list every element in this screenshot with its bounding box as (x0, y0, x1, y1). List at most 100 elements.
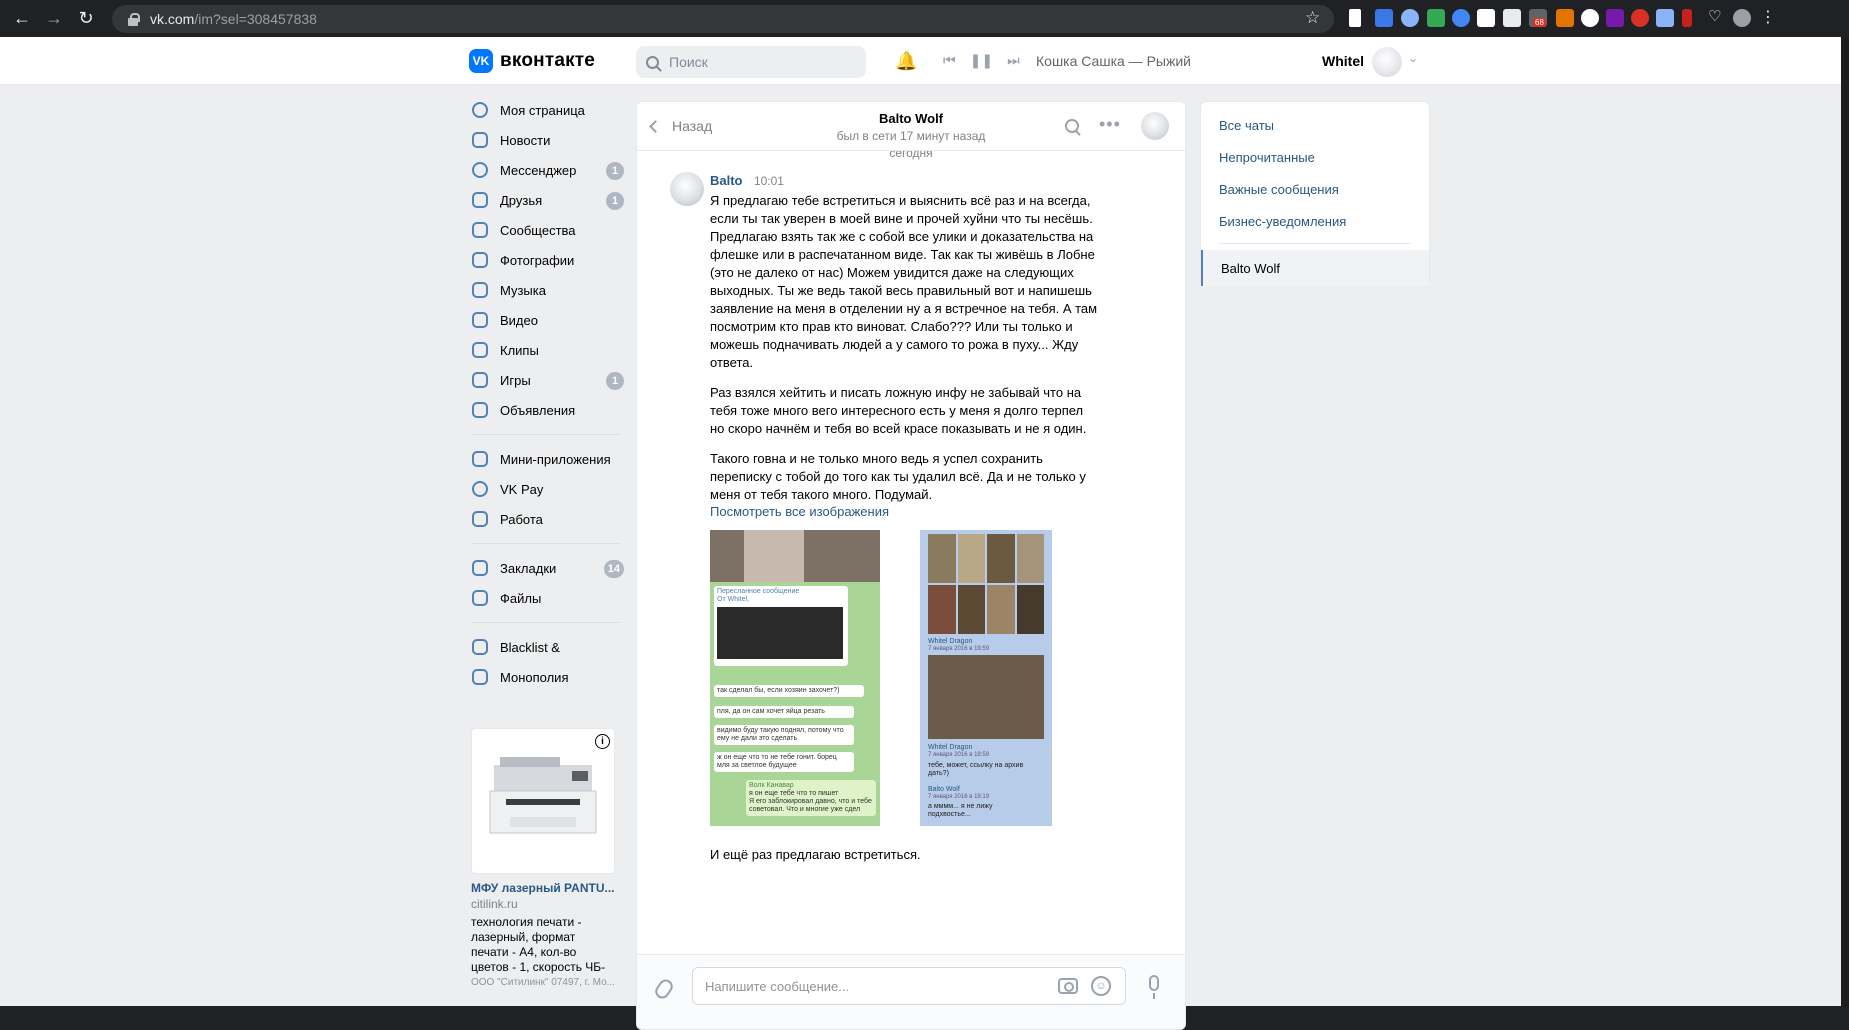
sidebar-item[interactable]: Музыка (466, 275, 626, 305)
camera-icon[interactable] (1058, 978, 1078, 994)
sidebar-item[interactable]: Мессенджер 1 (466, 155, 626, 185)
notifications-bell-icon[interactable]: 🔔 (895, 51, 917, 71)
extension-icon[interactable] (1349, 9, 1361, 27)
sidebar-item[interactable]: Работа (466, 504, 626, 534)
sidebar-item[interactable]: Новости (466, 125, 626, 155)
sidebar-item[interactable]: Объявления (466, 395, 626, 425)
message-author[interactable]: Balto (710, 173, 743, 188)
browser-menu-icon[interactable]: ⋮ (1760, 7, 1778, 26)
message-time[interactable]: 10:01 (754, 174, 784, 188)
reload-icon[interactable]: ↻ (74, 7, 98, 31)
sidebar-item[interactable]: Клипы (466, 335, 626, 365)
filter-business[interactable]: Бизнес-уведомления (1201, 205, 1429, 237)
printer-image (489, 757, 597, 834)
ad-title[interactable]: МФУ лазерный PANTU... (471, 881, 616, 895)
sidebar-item[interactable]: Сообщества (466, 215, 626, 245)
puzzle-icon[interactable]: ♡ (1708, 7, 1726, 25)
work-icon (472, 511, 488, 527)
games-icon (472, 372, 488, 388)
attachment-screenshot[interactable]: Пересланное сообщение От Whitel, так сде… (710, 530, 880, 826)
video-thumbnail (717, 607, 843, 659)
sidebar-item-label: Клипы (500, 342, 539, 358)
address-bar[interactable]: vk.com/im?sel=308457838 (112, 5, 1334, 33)
chevron-down-icon[interactable]: ⌄ (1408, 51, 1418, 65)
extension-icon[interactable] (1682, 9, 1692, 27)
extension-icon[interactable] (1401, 9, 1419, 27)
screenshot-name: Balto Wolf (928, 786, 960, 793)
user-avatar[interactable] (1372, 47, 1402, 77)
back-arrow-icon[interactable]: ← (10, 7, 34, 31)
sidebar-item[interactable]: Закладки 14 (466, 553, 626, 583)
now-playing-track[interactable]: Кошка Сашка — Рыжий (1036, 53, 1191, 69)
sidebar-divider (472, 543, 620, 544)
sidebar-item[interactable]: Друзья 1 (466, 185, 626, 215)
vk-logo[interactable]: VK вконтакте (469, 49, 595, 73)
screenshot-name: Whitel Dragon (928, 638, 973, 645)
filter-unread[interactable]: Непрочитанные (1201, 141, 1429, 173)
message-icon (472, 162, 488, 178)
sidebar-item-label: Друзья (500, 192, 543, 208)
more-icon[interactable]: ••• (1099, 114, 1121, 135)
extension-icon[interactable] (1556, 9, 1574, 27)
screenshot-text: тебе, может, ссылку на архив дать?) (928, 762, 1024, 777)
vk-page: VK вконтакте 🔔 ⏮ ❚❚ ⏭ Кошка Сашка — Рыжи… (0, 37, 1849, 1030)
extension-icon[interactable] (1656, 9, 1674, 27)
sidebar-item[interactable]: Blacklist & (466, 632, 626, 662)
search-input[interactable] (669, 54, 849, 70)
extension-icon[interactable] (1503, 9, 1521, 27)
extension-icon[interactable] (1477, 9, 1495, 27)
ad-image[interactable]: i (471, 728, 615, 874)
sidebar-item[interactable]: Игры 1 (466, 365, 626, 395)
paperclip-icon[interactable] (652, 976, 676, 1002)
compose-area: ☺ (637, 954, 1185, 1029)
next-track-icon[interactable]: ⏭ (1007, 52, 1020, 69)
sidebar-item[interactable]: Мини-приложения (466, 444, 626, 474)
message-avatar[interactable] (670, 172, 704, 206)
sidebar-item[interactable]: Фотографии (466, 245, 626, 275)
sidebar-item-label: Музыка (500, 282, 546, 298)
sidebar-item[interactable]: Видео (466, 305, 626, 335)
lock-icon (126, 12, 140, 26)
search-icon[interactable] (1065, 119, 1079, 133)
profile-icon[interactable] (1733, 9, 1751, 27)
extension-icon[interactable] (1427, 9, 1445, 27)
extension-icon[interactable] (1452, 9, 1470, 27)
forward-arrow-icon[interactable]: → (42, 7, 66, 31)
emoji-icon[interactable]: ☺ (1091, 976, 1111, 996)
search-box[interactable] (636, 46, 866, 78)
filter-important[interactable]: Важные сообщения (1201, 173, 1429, 205)
photo-thumbnail (744, 530, 804, 582)
extension-icon[interactable]: 68 (1529, 9, 1547, 27)
view-all-images-link[interactable]: Посмотреть все изображения (710, 504, 1110, 519)
attachment-screenshot[interactable]: Whitel Dragon 7 января 2016 в 19:59 Whit… (920, 530, 1052, 826)
extension-icon[interactable] (1375, 9, 1393, 27)
active-chat-item[interactable]: Balto Wolf (1201, 250, 1429, 286)
message-input[interactable] (705, 978, 1045, 994)
previous-track-icon[interactable]: ⏮ (943, 52, 956, 69)
window-edge (1841, 37, 1849, 1006)
forwarded-bubble: Пересланное сообщение От Whitel, (714, 586, 848, 666)
counter-badge: 1 (606, 162, 624, 180)
user-name[interactable]: Whitel (1322, 53, 1364, 69)
photo-icon (472, 252, 488, 268)
message-paragraph: Такого говна и не только много ведь я ус… (710, 451, 1086, 502)
sidebar-item[interactable]: VK Pay (466, 474, 626, 504)
info-icon[interactable]: i (595, 734, 610, 749)
ad-description: технология печати - лазерный, формат печ… (471, 915, 606, 974)
peer-avatar[interactable] (1141, 112, 1169, 140)
message-input-box[interactable]: ☺ (692, 967, 1126, 1005)
sidebar-ad[interactable]: i МФУ лазерный PANTU... citilink.ru техн… (471, 728, 616, 988)
sidebar-item-label: Монополия (500, 669, 569, 685)
sidebar-item[interactable]: Моя страница (466, 95, 626, 125)
filter-all-chats[interactable]: Все чаты (1201, 109, 1429, 141)
ad-site[interactable]: citilink.ru (471, 897, 616, 911)
sidebar-item[interactable]: Файлы (466, 583, 626, 613)
chat-filters-panel: Все чаты Непрочитанные Важные сообщения … (1200, 101, 1430, 286)
extension-icon[interactable] (1631, 9, 1649, 27)
extension-icon[interactable] (1581, 9, 1599, 27)
bookmark-star-icon[interactable]: ☆ (1305, 8, 1320, 28)
extension-icon[interactable] (1606, 9, 1624, 27)
microphone-icon[interactable] (1149, 975, 1159, 999)
sidebar-item[interactable]: Монополия (466, 662, 626, 692)
pause-icon[interactable]: ❚❚ (970, 52, 993, 69)
